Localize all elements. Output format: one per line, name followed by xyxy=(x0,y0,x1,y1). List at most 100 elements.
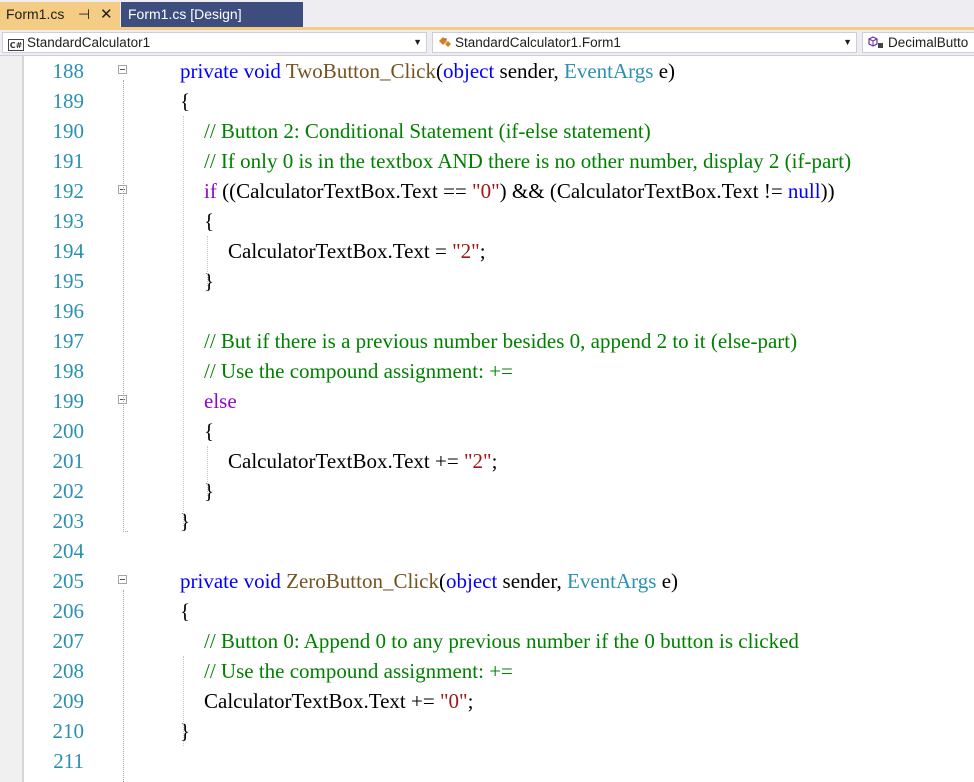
code-token: } xyxy=(204,269,215,293)
code-text: { xyxy=(204,416,214,446)
code-token: { xyxy=(204,209,215,233)
code-token: sender, xyxy=(494,59,565,83)
line-number: 210 xyxy=(52,719,85,743)
code-line[interactable]: 209 CalculatorTextBox.Text += "0"; xyxy=(0,686,974,716)
code-text: // If only 0 is in the textbox AND there… xyxy=(204,146,851,176)
class-name: StandardCalculator1.Form1 xyxy=(455,35,621,50)
code-text: else xyxy=(204,386,237,416)
code-token: void xyxy=(243,569,281,593)
code-token: CalculatorTextBox.Text = xyxy=(228,239,453,263)
code-text: { xyxy=(204,206,214,236)
code-token: // Button 2: Conditional Statement (if-e… xyxy=(204,119,651,143)
code-token: ) && (CalculatorTextBox.Text != xyxy=(499,179,788,203)
class-dropdown[interactable]: StandardCalculator1.Form1 ▼ xyxy=(432,32,857,53)
line-number: 197 xyxy=(52,329,85,353)
code-line[interactable]: 197 // But if there is a previous number … xyxy=(0,326,974,356)
code-line[interactable]: 198 // Use the compound assignment: += xyxy=(0,356,974,386)
pin-icon[interactable]: ⊣ xyxy=(78,2,90,27)
line-number: 198 xyxy=(52,359,85,383)
code-token: { xyxy=(180,599,191,623)
code-line[interactable]: 193 { xyxy=(0,206,974,236)
code-text: CalculatorTextBox.Text += "0"; xyxy=(204,686,473,716)
tab-form1-design[interactable]: Form1.cs [Design] xyxy=(121,2,303,27)
code-line[interactable]: 188 private void TwoButton_Click(object s… xyxy=(0,56,974,86)
code-token: void xyxy=(243,59,281,83)
member-dropdown[interactable]: DecimalButto xyxy=(862,32,974,53)
code-line[interactable]: 195} xyxy=(0,266,974,296)
code-token: "0" xyxy=(439,689,468,713)
line-number: 208 xyxy=(52,659,85,683)
tab-form1-cs[interactable]: Form1.cs ⊣ ✕ xyxy=(0,2,120,27)
code-token: private xyxy=(180,569,239,593)
code-token: TwoButton_Click xyxy=(285,59,436,83)
code-text: { xyxy=(180,596,190,626)
code-token: "2" xyxy=(452,239,480,263)
line-number: 203 xyxy=(52,509,85,533)
code-token: // Use the compound assignment: += xyxy=(204,659,513,683)
line-number: 200 xyxy=(52,419,85,443)
line-number: 207 xyxy=(52,629,85,653)
line-number: 188 xyxy=(52,59,85,83)
tab-label: Form1.cs [Design] xyxy=(128,6,242,22)
line-number: 209 xyxy=(52,689,85,713)
code-line[interactable]: 200 { xyxy=(0,416,974,446)
code-text: } xyxy=(204,266,214,296)
code-line[interactable]: 204 xyxy=(0,536,974,566)
project-dropdown[interactable]: C# StandardCalculator1 ▼ xyxy=(2,32,427,53)
code-line[interactable]: 203} xyxy=(0,506,974,536)
line-number: 194 xyxy=(52,239,85,263)
chevron-down-icon[interactable]: ▼ xyxy=(843,33,852,52)
project-name: StandardCalculator1 xyxy=(27,35,151,50)
code-text: // Use the compound assignment: += xyxy=(204,656,513,686)
code-token: } xyxy=(204,479,215,503)
code-line[interactable]: 207 // Button 0: Append 0 to any previous… xyxy=(0,626,974,656)
line-number: 189 xyxy=(52,89,85,113)
code-token: ( xyxy=(438,569,446,593)
code-token: ; xyxy=(479,239,486,263)
indent-guide xyxy=(207,446,209,496)
code-line[interactable]: 206 { xyxy=(0,596,974,626)
code-token: EventArgs xyxy=(567,569,657,593)
code-token: else xyxy=(204,389,237,413)
code-token: { xyxy=(204,419,215,443)
code-line[interactable]: 190 // Button 2: Conditional Statement (i… xyxy=(0,116,974,146)
code-text: // But if there is a previous number bes… xyxy=(204,326,797,356)
outline-guide xyxy=(123,590,125,782)
code-token: "2" xyxy=(463,449,492,473)
code-token: } xyxy=(180,719,191,743)
code-line[interactable]: 196 xyxy=(0,296,974,326)
code-line[interactable]: 208 // Use the compound assignment: += xyxy=(0,656,974,686)
code-token: )) xyxy=(820,179,835,203)
collapse-icon[interactable] xyxy=(118,575,127,584)
code-text: // Button 2: Conditional Statement (if-e… xyxy=(204,116,651,146)
collapse-icon[interactable] xyxy=(118,65,127,74)
code-text: private void ZeroButton_Click(object sen… xyxy=(180,566,678,596)
code-token: CalculatorTextBox.Text += xyxy=(228,449,464,473)
code-text: } xyxy=(180,716,190,746)
code-line[interactable]: 211 xyxy=(0,746,974,776)
code-token: object xyxy=(442,59,495,83)
code-text: private void TwoButton_Click(object send… xyxy=(180,56,675,86)
code-line[interactable]: 194 CalculatorTextBox.Text = "2"; xyxy=(0,236,974,266)
csharp-project-icon: C# xyxy=(8,39,24,51)
chevron-down-icon[interactable]: ▼ xyxy=(413,33,422,52)
line-number: 196 xyxy=(52,299,85,323)
code-line[interactable]: 199 else xyxy=(0,386,974,416)
code-line[interactable]: 210} xyxy=(0,716,974,746)
code-line[interactable]: 202} xyxy=(0,476,974,506)
line-number: 204 xyxy=(52,539,85,563)
code-line[interactable]: 189 { xyxy=(0,86,974,116)
code-token: CalculatorTextBox.Text += xyxy=(204,689,440,713)
code-line[interactable]: 205 private void ZeroButton_Click(object … xyxy=(0,566,974,596)
code-line[interactable]: 201 CalculatorTextBox.Text += "2"; xyxy=(0,446,974,476)
code-token: object xyxy=(445,569,498,593)
code-editor[interactable]: 188 private void TwoButton_Click(object s… xyxy=(0,56,974,782)
line-number: 202 xyxy=(52,479,85,503)
code-token: ; xyxy=(467,689,474,713)
code-token: ( xyxy=(435,59,443,83)
navigation-bar: C# StandardCalculator1 ▼ StandardCalculat… xyxy=(0,30,974,56)
code-token: ; xyxy=(491,449,498,473)
code-line[interactable]: 192 if ((CalculatorTextBox.Text == "0") &… xyxy=(0,176,974,206)
close-icon[interactable]: ✕ xyxy=(100,2,113,27)
code-line[interactable]: 191 // If only 0 is in the textbox AND th… xyxy=(0,146,974,176)
